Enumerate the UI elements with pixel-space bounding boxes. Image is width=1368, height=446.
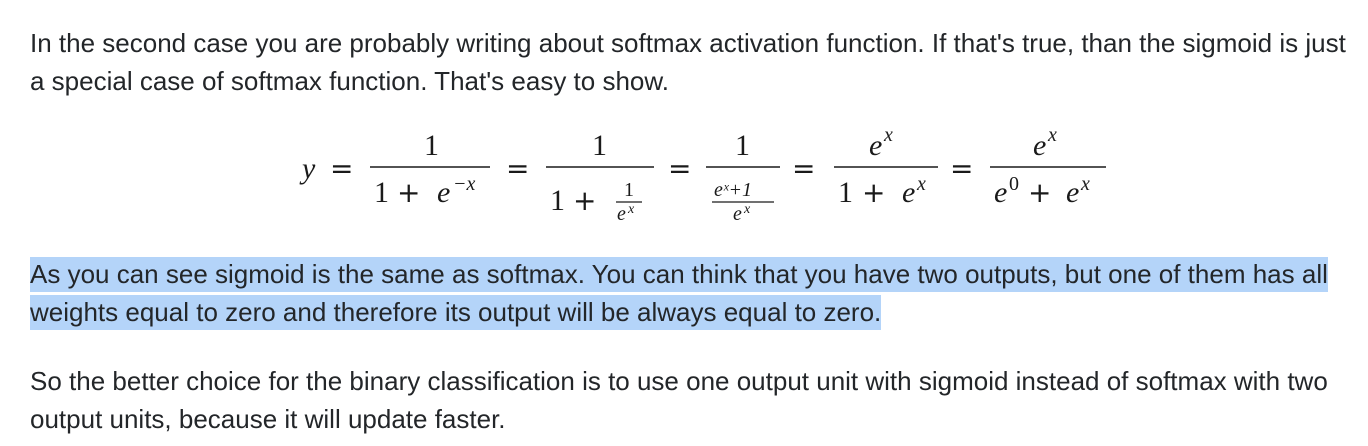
- frac5-denominator-exponent: x: [1080, 173, 1090, 195]
- frac4-denominator-exponent: x: [916, 173, 926, 195]
- intro-paragraph: In the second case you are probably writ…: [30, 28, 1346, 96]
- frac1-denominator-exponent: −x: [453, 173, 475, 195]
- frac4-denominator-e: e: [902, 176, 915, 209]
- frac3-inner-numerator: eˣ+1: [714, 179, 752, 201]
- frac2-inner-numerator: 1: [624, 179, 634, 201]
- frac2-denominator-one: 1: [550, 184, 565, 217]
- highlighted-paragraph[interactable]: As you can see sigmoid is the same as so…: [30, 255, 1356, 331]
- frac1-denominator-one: 1: [374, 176, 389, 209]
- frac2-inner-denominator-e: e: [617, 203, 626, 225]
- frac4-numerator-e: e: [869, 129, 882, 162]
- frac2-inner-denominator-exponent: x: [627, 202, 635, 217]
- eq-equals-1: =: [330, 152, 353, 185]
- frac1-denominator-plus: +: [397, 176, 420, 209]
- frac4-numerator-exponent: x: [883, 124, 893, 146]
- frac5-denominator-plus: +: [1028, 176, 1051, 209]
- frac3-inner-denominator-e: e: [733, 203, 742, 225]
- frac5-denominator-e0: e: [994, 176, 1007, 209]
- eq-equals-5: =: [950, 152, 973, 185]
- frac4-denominator-one: 1: [838, 176, 853, 209]
- text-selection-highlight[interactable]: As you can see sigmoid is the same as so…: [30, 257, 1328, 330]
- conclusion-paragraph: So the better choice for the binary clas…: [30, 366, 1328, 434]
- eq-lhs-y: y: [299, 152, 316, 185]
- frac5-denominator-ex: e: [1066, 176, 1079, 209]
- frac5-denominator-zero: 0: [1009, 173, 1019, 195]
- eq-equals-3: =: [668, 152, 691, 185]
- frac5-numerator-e: e: [1033, 129, 1046, 162]
- frac2-denominator-plus: +: [573, 184, 596, 217]
- sigmoid-softmax-equation: y = 1 1 + e −x = 1 1 + 1 e x = 1 eˣ+1 e …: [299, 124, 1106, 225]
- frac1-denominator-e: e: [437, 176, 450, 209]
- frac2-numerator: 1: [592, 129, 607, 162]
- frac5-numerator-exponent: x: [1047, 124, 1057, 146]
- frac4-denominator-plus: +: [862, 176, 885, 209]
- eq-equals-4: =: [792, 152, 815, 185]
- frac3-numerator: 1: [735, 129, 750, 162]
- eq-equals-2: =: [506, 152, 529, 185]
- frac3-inner-denominator-exponent: x: [743, 202, 751, 217]
- frac1-numerator: 1: [424, 129, 439, 162]
